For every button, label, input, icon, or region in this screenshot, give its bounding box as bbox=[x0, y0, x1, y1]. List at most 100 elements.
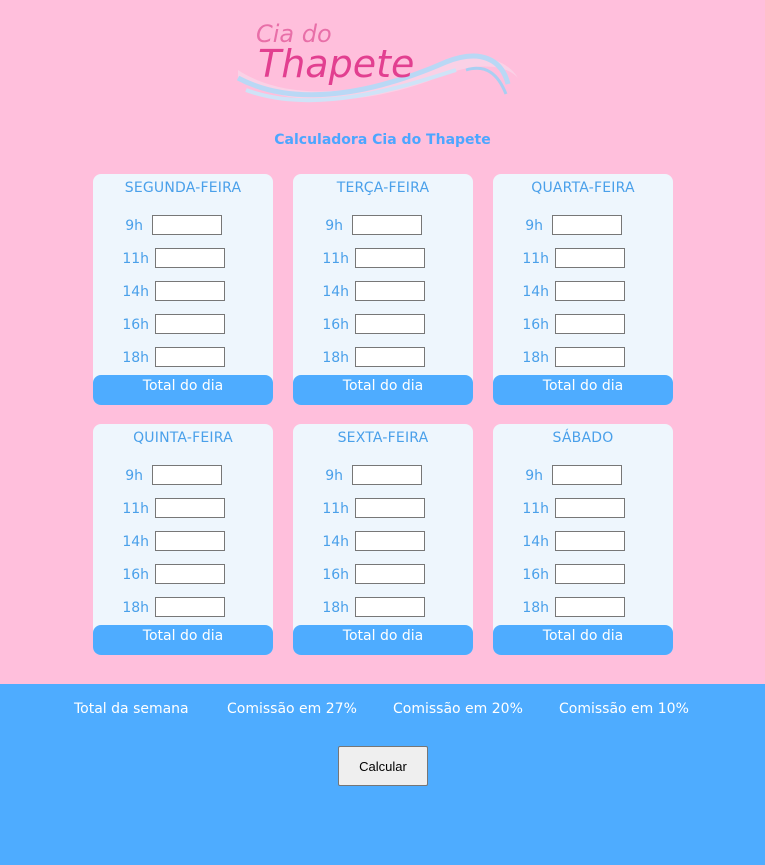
hour-label: 16h bbox=[522, 567, 549, 583]
hour-input[interactable] bbox=[155, 248, 225, 268]
hour-label: 9h bbox=[125, 468, 143, 484]
hour-label: 9h bbox=[325, 468, 343, 484]
calculate-button[interactable]: Calcular bbox=[338, 746, 428, 786]
hour-input[interactable] bbox=[152, 215, 222, 235]
hour-label: 11h bbox=[322, 501, 349, 517]
hour-row: 11h bbox=[493, 248, 673, 272]
hour-input[interactable] bbox=[355, 498, 425, 518]
day-total: Total do dia bbox=[493, 625, 673, 655]
hour-row: 16h bbox=[93, 314, 273, 338]
hour-input[interactable] bbox=[355, 314, 425, 334]
hour-label: 16h bbox=[122, 567, 149, 583]
hour-label: 11h bbox=[122, 251, 149, 267]
hour-label: 9h bbox=[525, 218, 543, 234]
hour-row: 14h bbox=[493, 531, 673, 555]
hour-input[interactable] bbox=[155, 531, 225, 551]
day-card: SÁBADO 9h 11h 14h 16h 18h Total do dia bbox=[493, 424, 673, 655]
hour-row: 11h bbox=[93, 498, 273, 522]
hour-row: 9h bbox=[93, 215, 273, 239]
day-card: SEXTA-FEIRA 9h 11h 14h 16h 18h Total do dia bbox=[293, 424, 473, 655]
hour-input[interactable] bbox=[555, 347, 625, 367]
hour-input[interactable] bbox=[352, 215, 422, 235]
hour-label: 18h bbox=[522, 600, 549, 616]
hour-label: 14h bbox=[522, 284, 549, 300]
hour-label: 18h bbox=[522, 350, 549, 366]
day-card: SEGUNDA-FEIRA 9h 11h 14h 16h 18h Total do dia bbox=[93, 174, 273, 405]
hour-input[interactable] bbox=[155, 597, 225, 617]
day-name: TERÇA-FEIRA bbox=[336, 180, 430, 196]
hour-row: 16h bbox=[493, 314, 673, 338]
hour-row: 9h bbox=[293, 215, 473, 239]
hour-input[interactable] bbox=[555, 281, 625, 301]
hour-row: 11h bbox=[493, 498, 673, 522]
hour-row: 18h bbox=[493, 597, 673, 621]
hour-row: 14h bbox=[93, 281, 273, 305]
hour-row: 14h bbox=[293, 531, 473, 555]
hour-input[interactable] bbox=[355, 281, 425, 301]
day-total: Total do dia bbox=[293, 625, 473, 655]
hour-input[interactable] bbox=[355, 347, 425, 367]
hour-row: 18h bbox=[293, 347, 473, 371]
hour-input[interactable] bbox=[555, 531, 625, 551]
hour-row: 11h bbox=[293, 498, 473, 522]
hour-label: 18h bbox=[322, 600, 349, 616]
hour-label: 14h bbox=[322, 284, 349, 300]
hour-label: 18h bbox=[122, 350, 149, 366]
hour-row: 11h bbox=[93, 248, 273, 272]
hour-row: 14h bbox=[93, 531, 273, 555]
day-card: QUINTA-FEIRA 9h 11h 14h 16h 18h Total do dia bbox=[93, 424, 273, 655]
page-title: Calculadora Cia do Thapete bbox=[274, 132, 491, 148]
hour-label: 16h bbox=[522, 317, 549, 333]
hour-row: 9h bbox=[93, 465, 273, 489]
hour-label: 9h bbox=[325, 218, 343, 234]
hour-row: 9h bbox=[493, 465, 673, 489]
hour-label: 14h bbox=[122, 284, 149, 300]
logo-line2: Thapete bbox=[258, 42, 415, 86]
hour-label: 14h bbox=[122, 534, 149, 550]
hour-label: 14h bbox=[522, 534, 549, 550]
hour-input[interactable] bbox=[355, 564, 425, 584]
hour-input[interactable] bbox=[155, 314, 225, 334]
hour-row: 9h bbox=[493, 215, 673, 239]
hour-input[interactable] bbox=[352, 465, 422, 485]
hour-row: 16h bbox=[293, 564, 473, 588]
day-total: Total do dia bbox=[93, 375, 273, 405]
hour-label: 11h bbox=[522, 251, 549, 267]
day-name: QUINTA-FEIRA bbox=[133, 430, 233, 446]
hour-row: 14h bbox=[293, 281, 473, 305]
hour-input[interactable] bbox=[355, 248, 425, 268]
hour-input[interactable] bbox=[152, 465, 222, 485]
footer: Total da semana Comissão em 27% Comissão… bbox=[0, 684, 765, 865]
day-name: QUARTA-FEIRA bbox=[531, 180, 635, 196]
hour-row: 18h bbox=[493, 347, 673, 371]
hour-input[interactable] bbox=[555, 498, 625, 518]
commission-20-label: Comissão em 20% bbox=[393, 701, 523, 717]
hour-input[interactable] bbox=[155, 281, 225, 301]
hour-row: 16h bbox=[493, 564, 673, 588]
logo: Cia do Thapete bbox=[236, 18, 520, 110]
total-week-label: Total da semana bbox=[74, 701, 189, 717]
commission-27-label: Comissão em 27% bbox=[227, 701, 357, 717]
hour-input[interactable] bbox=[355, 531, 425, 551]
hour-input[interactable] bbox=[355, 597, 425, 617]
hour-input[interactable] bbox=[552, 215, 622, 235]
hour-row: 18h bbox=[93, 597, 273, 621]
hour-row: 18h bbox=[93, 347, 273, 371]
hour-input[interactable] bbox=[555, 597, 625, 617]
hour-row: 14h bbox=[493, 281, 673, 305]
hour-label: 16h bbox=[322, 317, 349, 333]
hour-input[interactable] bbox=[155, 498, 225, 518]
hour-input[interactable] bbox=[555, 314, 625, 334]
hour-row: 9h bbox=[293, 465, 473, 489]
day-total: Total do dia bbox=[493, 375, 673, 405]
hour-input[interactable] bbox=[555, 248, 625, 268]
hour-input[interactable] bbox=[155, 564, 225, 584]
day-total: Total do dia bbox=[293, 375, 473, 405]
hour-input[interactable] bbox=[155, 347, 225, 367]
hour-input[interactable] bbox=[555, 564, 625, 584]
hour-input[interactable] bbox=[552, 465, 622, 485]
hour-label: 16h bbox=[122, 317, 149, 333]
hour-label: 14h bbox=[322, 534, 349, 550]
hour-label: 11h bbox=[122, 501, 149, 517]
day-total: Total do dia bbox=[93, 625, 273, 655]
